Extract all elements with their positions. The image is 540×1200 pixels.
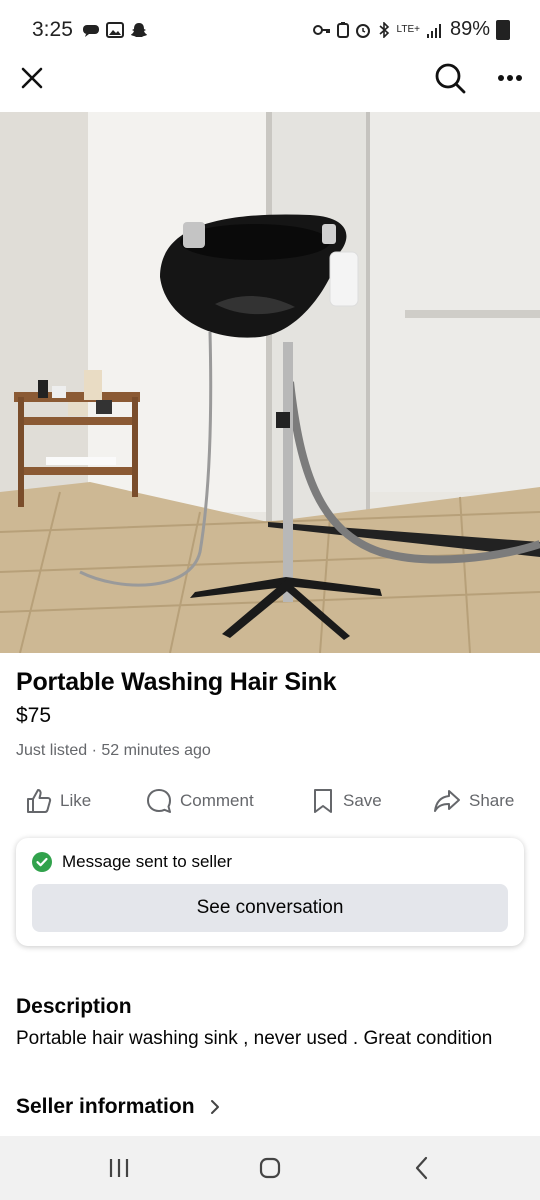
notification-icons (82, 22, 148, 38)
search-icon (435, 63, 466, 94)
description-text: Portable hair washing sink , never used … (16, 1028, 493, 1049)
like-icon (27, 789, 52, 813)
see-conversation-button[interactable]: See conversation (32, 884, 508, 932)
product-photo[interactable] (0, 112, 540, 653)
network-type: LTE+ (396, 23, 420, 35)
bluetooth-icon (379, 21, 389, 38)
key-icon (312, 24, 330, 35)
more-options-button[interactable] (490, 58, 530, 98)
message-status: Message sent to seller (32, 852, 232, 872)
like-label: Like (60, 791, 92, 810)
system-status: LTE+ 89% (312, 18, 510, 41)
back-button[interactable] (392, 1148, 452, 1188)
close-icon (21, 67, 43, 89)
seller-information-row[interactable]: Seller information (16, 1095, 221, 1119)
check-circle-icon (32, 852, 52, 872)
signal-icon (426, 23, 441, 38)
description-heading: Description (16, 995, 132, 1018)
search-button[interactable] (430, 58, 470, 98)
battery-saver-icon (336, 21, 349, 38)
snapchat-icon (131, 23, 147, 37)
product-image (0, 112, 540, 653)
like-button[interactable]: Like (26, 780, 91, 822)
recent-apps-icon (109, 1159, 129, 1177)
action-row: Like Comment Save Share (0, 780, 540, 822)
message-sent-card: Message sent to seller See conversation (16, 838, 524, 946)
back-icon (415, 1156, 428, 1180)
close-button[interactable] (14, 60, 50, 96)
battery-icon (496, 19, 510, 40)
chevron-right-icon (210, 1100, 219, 1114)
alarm-icon (355, 23, 370, 38)
messages-icon (83, 25, 99, 37)
listing-time: Just listed · 52 minutes ago (16, 742, 211, 759)
comment-icon (147, 789, 171, 813)
system-navigation-bar (0, 1136, 540, 1200)
comment-button[interactable]: Comment (146, 780, 254, 822)
share-label: Share (469, 791, 515, 810)
more-icon (498, 75, 522, 81)
listing-title: Portable Washing Hair Sink (16, 668, 337, 696)
seller-information-heading: Seller information (16, 1095, 195, 1118)
bookmark-icon (314, 789, 332, 813)
home-button[interactable] (240, 1148, 300, 1188)
save-button[interactable]: Save (311, 780, 382, 822)
top-bar (0, 52, 540, 110)
comment-label: Comment (180, 791, 254, 810)
status-bar: 3:25 LTE+ 89% (0, 0, 540, 60)
battery-percent: 89% (449, 18, 490, 40)
message-status-text: Message sent to seller (62, 852, 233, 871)
recent-apps-button[interactable] (89, 1148, 149, 1188)
gallery-icon (106, 22, 124, 38)
share-icon (434, 790, 460, 812)
share-button[interactable]: Share (433, 780, 514, 822)
save-label: Save (343, 791, 382, 810)
home-icon (259, 1157, 281, 1179)
listing-price: $75 (16, 704, 52, 727)
status-time: 3:25 (32, 18, 73, 41)
